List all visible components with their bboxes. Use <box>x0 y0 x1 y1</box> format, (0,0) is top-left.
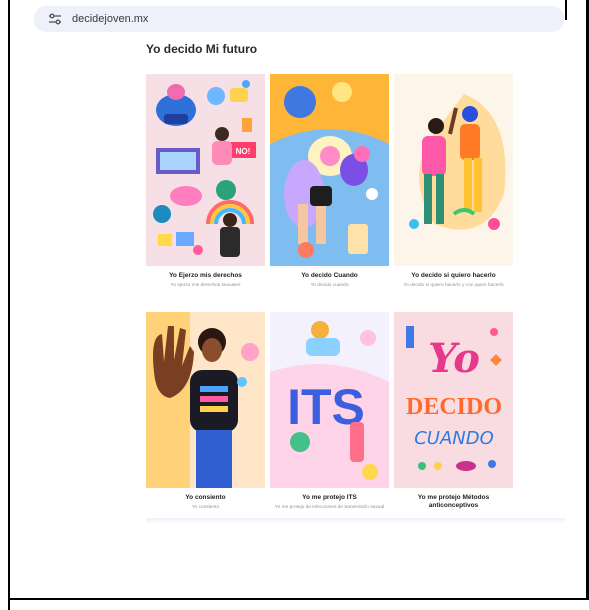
poster-card-derechos[interactable]: NO! Yo Ejerzo mis derechos Yo ejerzo mis… <box>146 74 265 289</box>
poster-image[interactable] <box>146 312 265 488</box>
lettering-decido: DECIDO <box>406 394 502 420</box>
lettering-yo: Yo <box>428 335 480 382</box>
lettering-cuando: CUANDO <box>414 428 494 449</box>
poster-image[interactable] <box>394 74 513 266</box>
poster-image[interactable]: Yo DECIDO CUANDO <box>394 312 513 488</box>
card-title[interactable]: Yo me protejo Métodos anticonceptivos <box>394 494 513 510</box>
card-subtitle: Yo ejerzo mis derechos sexuales <box>170 283 241 288</box>
site-settings-icon[interactable] <box>48 13 62 25</box>
address-bar[interactable]: decidejoven.mx <box>34 6 564 32</box>
card-title[interactable]: Yo Ejerzo mis derechos <box>146 272 265 280</box>
card-title[interactable]: Yo decido Cuando <box>270 272 389 280</box>
card-title[interactable]: Yo me protejo ITS <box>270 494 389 502</box>
card-title[interactable]: Yo consiento <box>146 494 265 502</box>
poster-image[interactable]: NO! <box>146 74 265 266</box>
card-subtitle: Yo consiento <box>191 505 220 510</box>
svg-text:NO!: NO! <box>236 147 251 156</box>
poster-image[interactable]: ITS <box>270 312 389 488</box>
card-subtitle: Yo decido si quiero hacerlo y con quien … <box>403 283 504 288</box>
poster-card-consiento[interactable]: Yo consiento Yo consiento <box>146 312 265 511</box>
page-title: Yo decido Mi futuro <box>146 42 258 56</box>
frame-top-right-edge <box>565 0 567 20</box>
poster-card-cuando[interactable]: Yo decido Cuando Yo decido cuando <box>270 74 389 289</box>
poster-card-hacerlo[interactable]: Yo decido si quiero hacerlo Yo decido si… <box>394 74 513 289</box>
frame-left-edge <box>8 0 10 610</box>
card-subtitle: Yo me protejo de infecciones de transmis… <box>274 505 385 510</box>
url-text[interactable]: decidejoven.mx <box>72 13 148 25</box>
frame-bottom-edge <box>8 598 589 600</box>
card-title[interactable]: Yo decido si quiero hacerlo <box>394 272 513 280</box>
card-subtitle: Yo decido cuando <box>310 283 349 288</box>
poster-card-metodos[interactable]: Yo DECIDO CUANDO Yo me protejo Métodos a… <box>394 312 513 513</box>
poster-card-its[interactable]: ITS Yo me protejo ITS Yo me protejo de i… <box>270 312 389 511</box>
poster-image[interactable] <box>270 74 389 266</box>
bottom-fade <box>146 518 565 524</box>
